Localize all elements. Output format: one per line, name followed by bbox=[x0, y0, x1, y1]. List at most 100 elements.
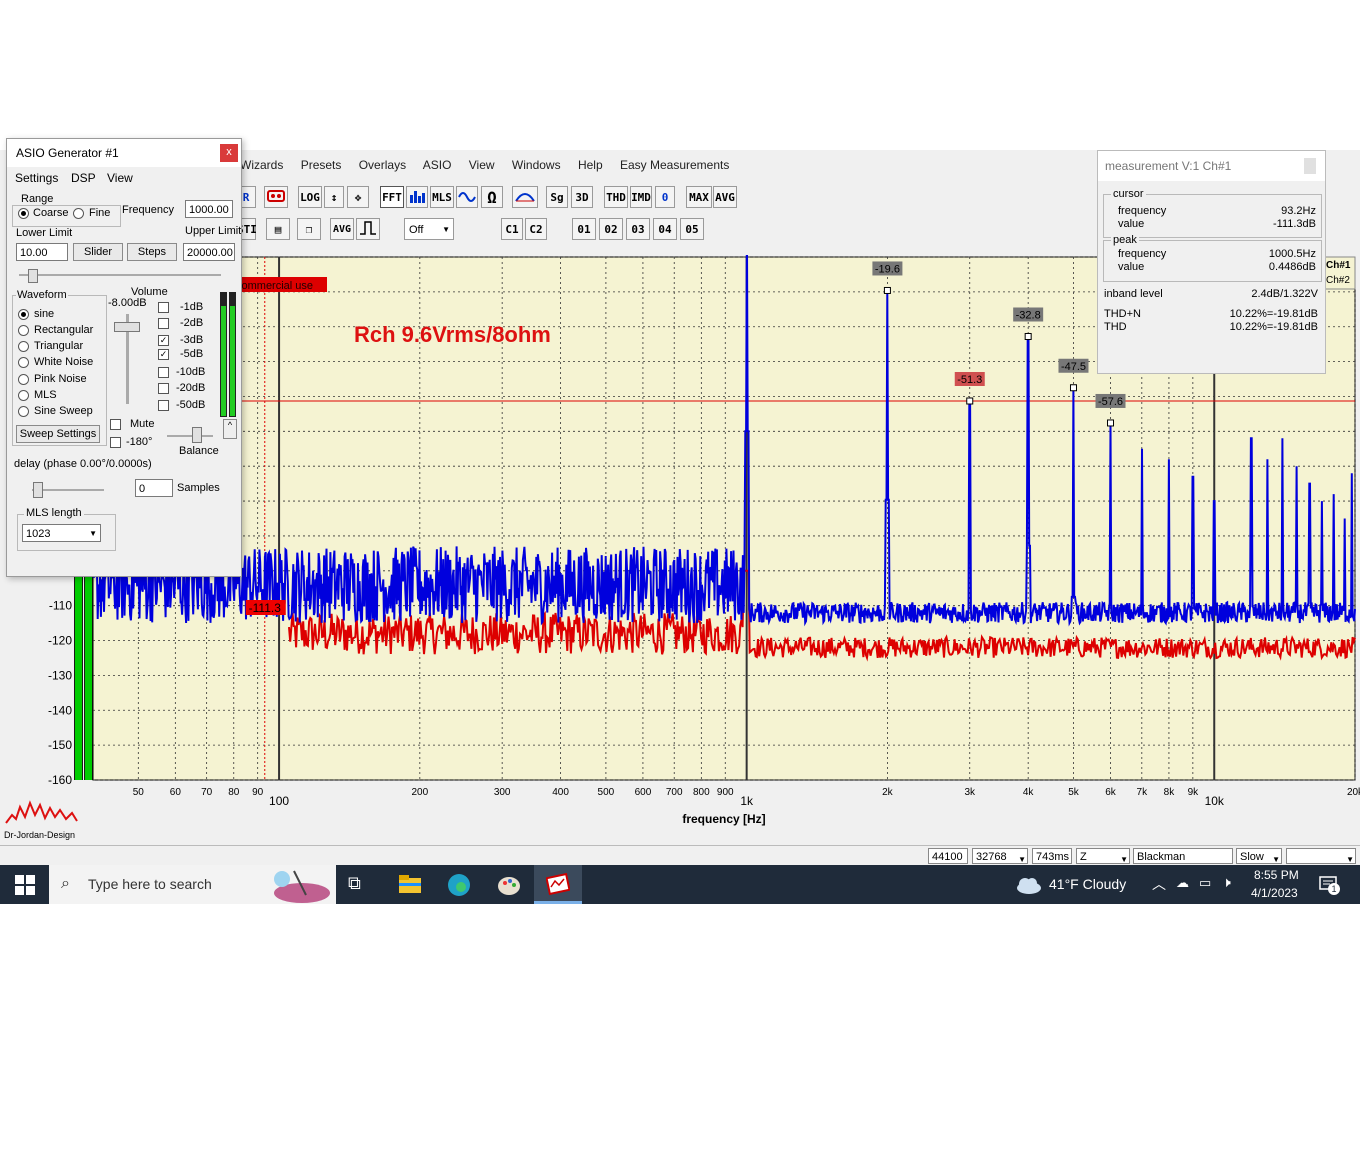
record-icon[interactable] bbox=[264, 186, 288, 208]
taskbar-search-box[interactable]: ⌕ Type here to search bbox=[49, 865, 336, 904]
filter-icon[interactable] bbox=[512, 186, 538, 208]
gen-menu-settings[interactable]: Settings bbox=[15, 171, 58, 185]
atten-5db-checkbox[interactable]: ✓ bbox=[158, 349, 169, 360]
menu-overlays[interactable]: Overlays bbox=[359, 158, 406, 172]
asio-generator-window[interactable]: ASIO Generator #1 x Settings DSP View Ra… bbox=[6, 138, 242, 577]
volume-muted-icon[interactable]: 🕨 bbox=[1222, 874, 1231, 891]
toolbar-imd-button[interactable]: IMD bbox=[630, 186, 652, 208]
atten-2db-checkbox[interactable] bbox=[158, 318, 169, 329]
atten-3db-checkbox[interactable]: ✓ bbox=[158, 335, 169, 346]
toolbar-zero-button[interactable]: 0 bbox=[655, 186, 675, 208]
toolbar-3d-button[interactable]: 3D bbox=[571, 186, 593, 208]
phase180-checkbox[interactable] bbox=[110, 437, 121, 448]
toolbar-mls-button[interactable]: MLS bbox=[430, 186, 454, 208]
generator-scroll-up-icon[interactable]: ^ bbox=[223, 419, 237, 439]
fine-radio[interactable] bbox=[73, 208, 84, 219]
upper-limit-input[interactable]: 20000.00 bbox=[183, 243, 235, 261]
ohm-icon[interactable]: Ω bbox=[481, 186, 503, 208]
balance-slider-thumb[interactable] bbox=[192, 427, 202, 443]
fft-size-select[interactable]: 32768 ▼ bbox=[972, 848, 1028, 864]
ruler-icon[interactable]: ▤ bbox=[266, 218, 290, 240]
waveform-sine-radio[interactable] bbox=[18, 309, 29, 320]
network-icon[interactable]: ▭ bbox=[1199, 875, 1211, 891]
toolbar-05-button[interactable]: 05 bbox=[680, 218, 704, 240]
waveform-rectangular-radio[interactable] bbox=[18, 325, 29, 336]
frequency-slider-track[interactable] bbox=[19, 274, 221, 276]
toolbar-max-button[interactable]: MAX bbox=[686, 186, 712, 208]
move-icon[interactable]: ✥ bbox=[347, 186, 369, 208]
menu-windows[interactable]: Windows bbox=[512, 158, 561, 172]
atten-1db-checkbox[interactable] bbox=[158, 302, 169, 313]
window-function-field[interactable]: Blackman bbox=[1133, 848, 1233, 864]
generator-close-button[interactable]: x bbox=[220, 144, 238, 162]
mls-length-select[interactable]: 1023 ▼ bbox=[22, 524, 101, 542]
gen-menu-dsp[interactable]: DSP bbox=[71, 171, 96, 185]
paint-icon[interactable] bbox=[496, 872, 522, 898]
onedrive-icon[interactable]: ☁ bbox=[1176, 875, 1189, 891]
measurement-titlebar[interactable]: measurement V:1 Ch#1 bbox=[1098, 151, 1325, 181]
frequency-input[interactable]: 1000.00 bbox=[185, 200, 233, 218]
generator-titlebar[interactable]: ASIO Generator #1 x bbox=[7, 139, 241, 167]
lower-limit-input[interactable]: 10.00 bbox=[16, 243, 68, 261]
windows-start-icon[interactable] bbox=[15, 875, 35, 895]
measurement-close-button[interactable] bbox=[1304, 158, 1316, 174]
edge-icon[interactable] bbox=[446, 872, 472, 898]
menu-asio[interactable]: ASIO bbox=[423, 158, 452, 172]
measurement-panel[interactable]: measurement V:1 Ch#1 cursor frequency 93… bbox=[1097, 150, 1326, 374]
atten-50db-checkbox[interactable] bbox=[158, 400, 169, 411]
vertical-zoom-icon[interactable]: ↕ bbox=[324, 186, 344, 208]
waveform-sine-sweep-radio[interactable] bbox=[18, 406, 29, 417]
file-explorer-icon[interactable] bbox=[398, 873, 422, 895]
zero-padding-select[interactable]: Z ▼ bbox=[1076, 848, 1130, 864]
toolbar-thd-button[interactable]: THD bbox=[604, 186, 628, 208]
toolbar-03-button[interactable]: 03 bbox=[626, 218, 650, 240]
clock-time[interactable]: 8:55 PM bbox=[1254, 868, 1299, 882]
volume-slider-thumb[interactable] bbox=[114, 322, 140, 332]
speed-select[interactable]: Slow ▼ bbox=[1236, 848, 1282, 864]
toolbar-fft-button[interactable]: FFT bbox=[380, 186, 404, 208]
spectrum-icon[interactable] bbox=[406, 186, 428, 208]
balance-slider-track[interactable] bbox=[167, 435, 213, 437]
gen-menu-view[interactable]: View bbox=[107, 171, 133, 185]
taskbar-app-active[interactable] bbox=[534, 865, 582, 904]
mute-checkbox[interactable] bbox=[110, 419, 121, 430]
waveform-icon[interactable] bbox=[456, 186, 478, 208]
menu-help[interactable]: Help bbox=[578, 158, 603, 172]
toolbar-log-button[interactable]: LOG bbox=[298, 186, 322, 208]
waveform-triangular-radio[interactable] bbox=[18, 341, 29, 352]
toolbar-01-button[interactable]: 01 bbox=[572, 218, 596, 240]
slider-button[interactable]: Slider bbox=[73, 243, 123, 261]
toolbar-c1-button[interactable]: C1 bbox=[501, 218, 523, 240]
clock-date[interactable]: 4/1/2023 bbox=[1251, 886, 1298, 900]
samples-input[interactable]: 0 bbox=[135, 479, 173, 497]
waveform-mls-radio[interactable] bbox=[18, 390, 29, 401]
sweep-settings-button[interactable]: Sweep Settings bbox=[16, 425, 100, 443]
notification-icon[interactable]: 1 bbox=[1318, 875, 1340, 895]
toolbar-sg-button[interactable]: Sg bbox=[546, 186, 568, 208]
x-tick-label: 6k bbox=[1105, 787, 1117, 798]
chevron-up-icon[interactable]: ︿ bbox=[1152, 874, 1166, 894]
toolbar-02-button[interactable]: 02 bbox=[599, 218, 623, 240]
menu-wizards[interactable]: Wizards bbox=[240, 158, 283, 172]
menu-view[interactable]: View bbox=[469, 158, 495, 172]
extra-select[interactable]: ▼ bbox=[1286, 848, 1356, 864]
steps-button[interactable]: Steps bbox=[127, 243, 177, 261]
toolbar-04-button[interactable]: 04 bbox=[653, 218, 677, 240]
atten-20db-checkbox[interactable] bbox=[158, 383, 169, 394]
task-view-icon[interactable]: ⧉ bbox=[348, 873, 372, 897]
menu-presets[interactable]: Presets bbox=[301, 158, 342, 172]
atten-10db-checkbox[interactable] bbox=[158, 367, 169, 378]
delay-slider-thumb[interactable] bbox=[33, 482, 43, 498]
coarse-radio[interactable] bbox=[18, 208, 29, 219]
copy-icon[interactable]: ❐ bbox=[297, 218, 321, 240]
toolbar-avg2-button[interactable]: AVG bbox=[330, 218, 354, 240]
waveform-white-noise-radio[interactable] bbox=[18, 357, 29, 368]
menu-easy-measurements[interactable]: Easy Measurements bbox=[620, 158, 729, 172]
weather-text[interactable]: 41°F Cloudy bbox=[1049, 876, 1126, 892]
averaging-select[interactable]: Off ▼ bbox=[404, 218, 454, 240]
waveform-pink-noise-radio[interactable] bbox=[18, 374, 29, 385]
toolbar-avg-button[interactable]: AVG bbox=[713, 186, 737, 208]
frequency-slider-thumb[interactable] bbox=[28, 269, 38, 283]
step-response-icon[interactable] bbox=[356, 218, 380, 240]
toolbar-c2-button[interactable]: C2 bbox=[525, 218, 547, 240]
